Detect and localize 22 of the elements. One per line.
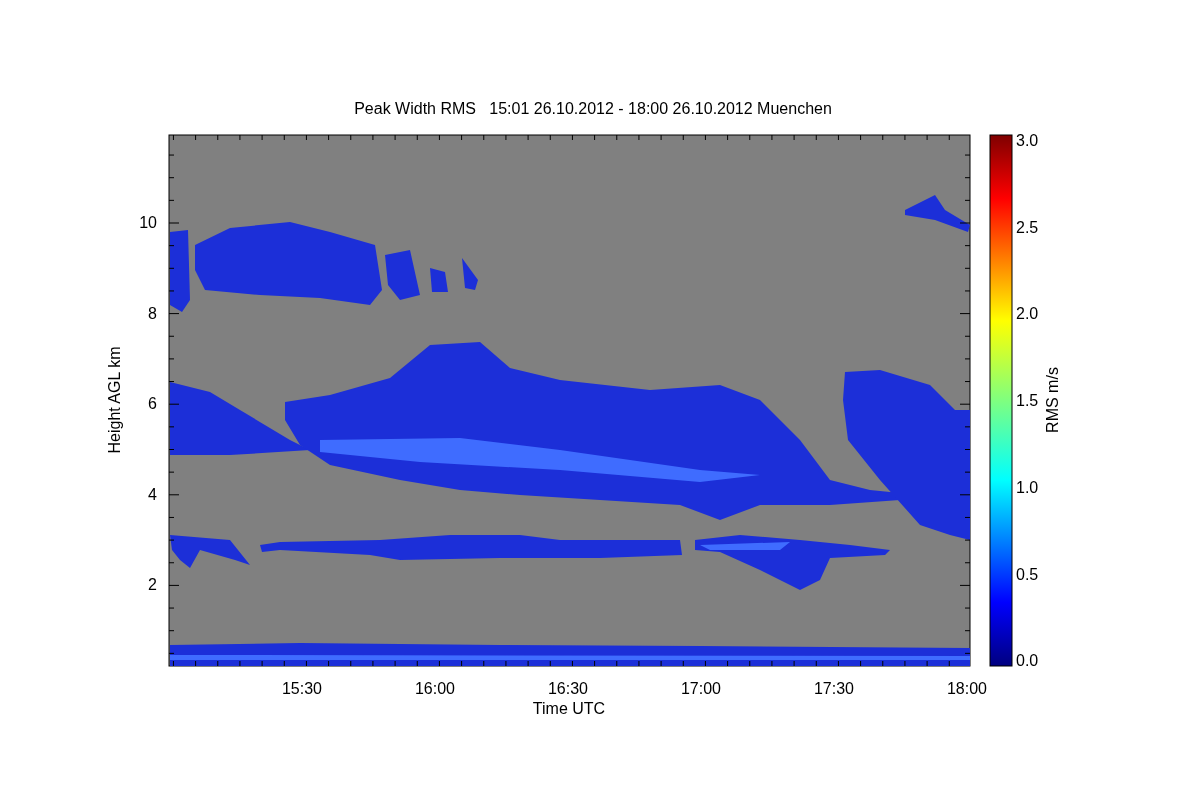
colorbar-tick-label: 2.5 xyxy=(1016,218,1039,236)
y-tick-label: 6 xyxy=(148,395,157,413)
colorbar-tick-label: 1.0 xyxy=(1016,478,1039,496)
chart-title: Peak Width RMS 15:01 26.10.2012 - 18:00 26.10.2012 Muenchen xyxy=(354,100,832,117)
colorbar-tick-label: 0.0 xyxy=(1016,652,1039,670)
colorbar-label: RMS m/s xyxy=(1044,367,1061,433)
y-tick-label: 10 xyxy=(139,214,157,231)
x-tick-label: 17:00 xyxy=(681,680,721,697)
y-tick-label: 2 xyxy=(148,576,157,594)
y-axis-label: Height AGL km xyxy=(106,346,123,454)
colorbar-tick-label: 1.5 xyxy=(1016,392,1039,410)
x-tick-label: 15:30 xyxy=(282,680,322,697)
colorbar-tick-label: 2.0 xyxy=(1016,305,1039,323)
x-tick-label: 16:00 xyxy=(415,680,455,697)
colorbar-tick-label: 3.0 xyxy=(1016,132,1039,149)
x-tick-label: 17:30 xyxy=(814,680,854,697)
y-tick-label: 8 xyxy=(148,304,157,322)
colorbar-tick-label: 0.5 xyxy=(1016,565,1039,583)
x-tick-label: 16:30 xyxy=(548,680,588,697)
y-tick-label: 4 xyxy=(148,485,157,503)
x-axis-label: Time UTC xyxy=(532,700,606,717)
x-tick-label: 18:00 xyxy=(947,680,987,697)
